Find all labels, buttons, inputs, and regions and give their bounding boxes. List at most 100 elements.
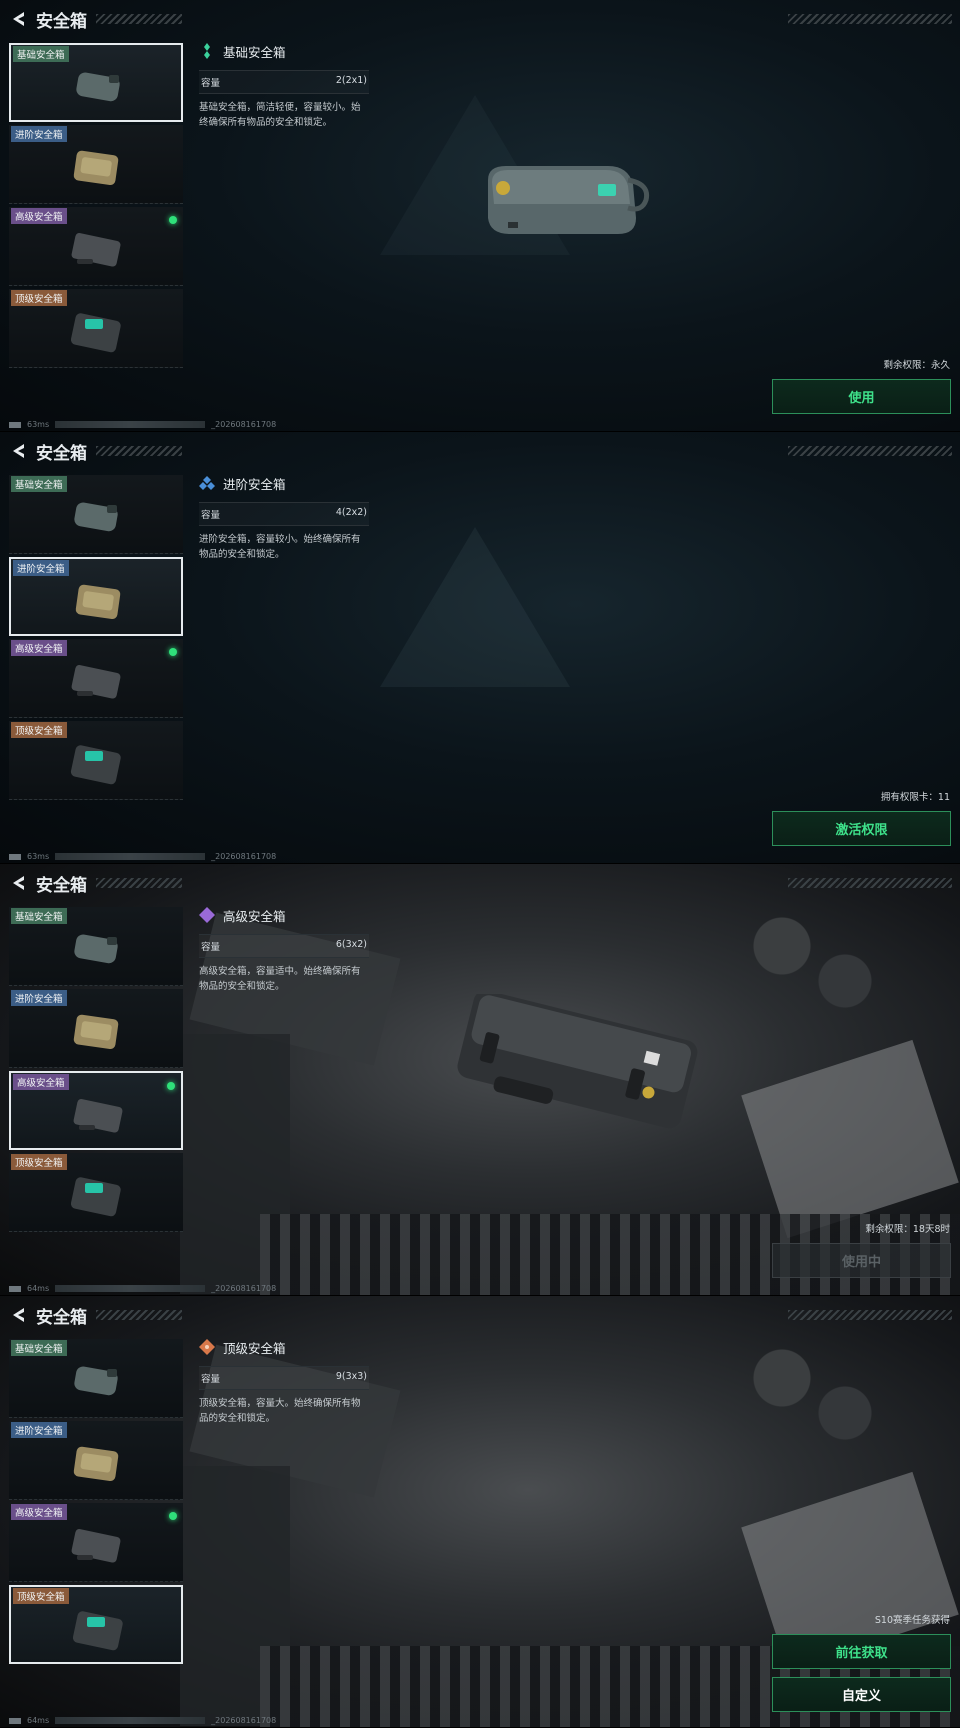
- box-tag: 进阶安全箱: [11, 126, 67, 142]
- box-tag: 顶级安全箱: [13, 1588, 69, 1604]
- box-card-premium[interactable]: 高级安全箱: [9, 1071, 183, 1150]
- box-tag: 顶级安全箱: [11, 1154, 67, 1170]
- network-footer: 63ms _202608161708: [9, 852, 276, 861]
- box-card-premium[interactable]: 高级安全箱: [9, 207, 183, 286]
- network-footer: 64ms _202608161708: [9, 1716, 276, 1725]
- screen-premium: 安全箱 基础安全箱 进阶安全箱 高级安全箱 顶级安全箱 高级安全箱 容量 6(3x…: [0, 864, 960, 1296]
- screen-advanced: 安全箱 基础安全箱 进阶安全箱 高级安全箱 顶级安全箱 进阶安全箱 容量 4(2x…: [0, 432, 960, 864]
- box-tag: 基础安全箱: [13, 46, 69, 62]
- build-text: _202608161708: [211, 1284, 277, 1293]
- rarity-gem-icon: [199, 1339, 215, 1355]
- box-tag: 进阶安全箱: [13, 560, 69, 576]
- corner-hatch: [788, 14, 952, 24]
- top-box-icon: [72, 1611, 123, 1651]
- box-info: 进阶安全箱 容量 4(2x2) 进阶安全箱，容量较小。始终确保所有物品的安全和锁定…: [199, 472, 369, 562]
- box-card-advanced[interactable]: 进阶安全箱: [9, 989, 183, 1068]
- capacity-label: 容量: [201, 78, 221, 89]
- box-card-premium[interactable]: 高级安全箱: [9, 639, 183, 718]
- premium-box-icon: [73, 1099, 123, 1133]
- ping-text: 63ms: [27, 420, 50, 429]
- box-card-basic[interactable]: 基础安全箱: [9, 907, 183, 986]
- box-name: 高级安全箱: [223, 908, 286, 924]
- box-card-advanced[interactable]: 进阶安全箱: [9, 125, 183, 204]
- back-arrow-icon[interactable]: [10, 442, 28, 460]
- box-list: 基础安全箱 进阶安全箱 高级安全箱 顶级安全箱: [9, 43, 183, 371]
- build-text: _202608161708: [211, 420, 277, 429]
- box-card-top[interactable]: 顶级安全箱: [9, 721, 183, 800]
- status-text: S10赛季任务获得: [874, 1615, 950, 1626]
- activate-button[interactable]: 激活权限: [772, 811, 951, 846]
- signal-icon: [9, 1285, 21, 1292]
- ping-text: 64ms: [27, 1284, 50, 1293]
- redacted-bar: [55, 853, 206, 860]
- build-text: _202608161708: [211, 1716, 277, 1725]
- advanced-box-icon: [75, 584, 121, 619]
- customize-button[interactable]: 自定义: [772, 1677, 951, 1712]
- title-hatch: [96, 446, 182, 456]
- box-tag: 高级安全箱: [11, 640, 67, 656]
- redacted-bar: [55, 421, 206, 428]
- back-arrow-icon[interactable]: [10, 10, 28, 28]
- screen-top: 安全箱 基础安全箱 进阶安全箱 高级安全箱 顶级安全箱 顶级安全箱 容量 9(3x…: [0, 1296, 960, 1728]
- box-info: 基础安全箱 容量 2(2x1) 基础安全箱，简洁轻便，容量较小。始终确保所有物品的…: [199, 40, 369, 130]
- capacity-value: 6(3x2): [335, 939, 367, 950]
- in-use-button[interactable]: 使用中: [772, 1243, 951, 1278]
- capacity-label: 容量: [201, 1374, 221, 1385]
- box-tag: 基础安全箱: [11, 476, 67, 492]
- box-card-top[interactable]: 顶级安全箱: [9, 1585, 183, 1664]
- box-name: 进阶安全箱: [223, 476, 286, 492]
- page-title: 安全箱: [36, 444, 87, 464]
- box-card-top[interactable]: 顶级安全箱: [9, 1153, 183, 1232]
- top-bar: 安全箱: [0, 864, 960, 904]
- in-use-dot: [169, 1512, 177, 1520]
- title-hatch: [96, 1310, 182, 1320]
- status-text: 拥有权限卡：11: [880, 792, 950, 803]
- in-use-dot: [169, 216, 177, 224]
- scene-jars: [740, 1336, 880, 1476]
- capacity-value: 2(2x1): [335, 75, 367, 86]
- network-footer: 64ms _202608161708: [9, 1284, 276, 1293]
- box-card-top[interactable]: 顶级安全箱: [9, 289, 183, 368]
- box-tag: 基础安全箱: [11, 908, 67, 924]
- redacted-bar: [55, 1285, 206, 1292]
- advanced-box-icon: [73, 1014, 119, 1049]
- box-description: 进阶安全箱，容量较小。始终确保所有物品的安全和锁定。: [199, 534, 361, 560]
- box-name: 顶级安全箱: [223, 1340, 286, 1356]
- capacity-row: 容量 6(3x2): [199, 934, 369, 958]
- build-text: _202608161708: [211, 852, 277, 861]
- rarity-gem-icon: [204, 43, 210, 59]
- rarity-gem-icon: [199, 476, 215, 490]
- basic-box-icon: [74, 934, 118, 964]
- box-card-advanced[interactable]: 进阶安全箱: [9, 557, 183, 636]
- box-tag: 顶级安全箱: [11, 290, 67, 306]
- box-list: 基础安全箱 进阶安全箱 高级安全箱 顶级安全箱: [9, 475, 183, 803]
- signal-icon: [9, 421, 21, 428]
- go-obtain-button[interactable]: 前往获取: [772, 1634, 951, 1669]
- page-title: 安全箱: [36, 1308, 87, 1328]
- box-card-basic[interactable]: 基础安全箱: [9, 475, 183, 554]
- basic-box-icon: [74, 1366, 118, 1396]
- capacity-value: 9(3x3): [335, 1371, 367, 1382]
- top-bar: 安全箱: [0, 1296, 960, 1336]
- box-tag: 基础安全箱: [11, 1340, 67, 1356]
- box-card-premium[interactable]: 高级安全箱: [9, 1503, 183, 1582]
- use-button[interactable]: 使用: [772, 379, 951, 414]
- basic-box-icon: [76, 72, 120, 102]
- box-list: 基础安全箱 进阶安全箱 高级安全箱 顶级安全箱: [9, 907, 183, 1235]
- top-bar: 安全箱: [0, 432, 960, 472]
- box-card-advanced[interactable]: 进阶安全箱: [9, 1421, 183, 1500]
- scene-jars: [740, 904, 880, 1044]
- box-card-basic[interactable]: 基础安全箱: [9, 43, 183, 122]
- advanced-box-icon: [73, 150, 119, 185]
- redacted-bar: [55, 1717, 206, 1724]
- in-use-dot: [169, 648, 177, 656]
- back-arrow-icon[interactable]: [10, 874, 28, 892]
- top-box-icon: [70, 313, 121, 353]
- rarity-gem-icon: [199, 907, 215, 923]
- page-title: 安全箱: [36, 876, 87, 896]
- back-arrow-icon[interactable]: [10, 1306, 28, 1324]
- box-description: 高级安全箱，容量适中。始终确保所有物品的安全和锁定。: [199, 966, 361, 992]
- status-text: 剩余权限：永久: [883, 360, 950, 371]
- box-card-basic[interactable]: 基础安全箱: [9, 1339, 183, 1418]
- signal-icon: [9, 853, 21, 860]
